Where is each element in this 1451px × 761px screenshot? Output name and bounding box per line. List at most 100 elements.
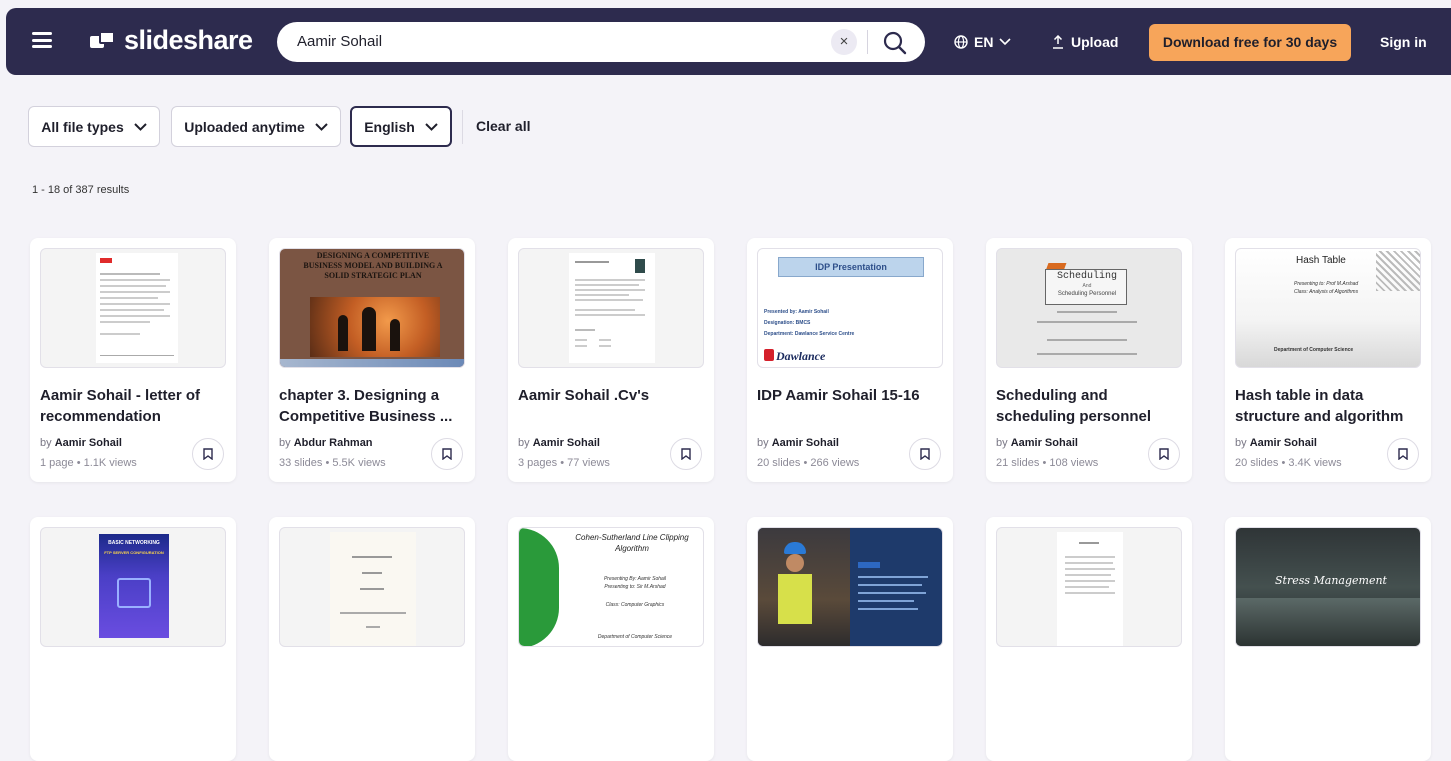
slideshare-logo[interactable]: slideshare <box>90 25 253 56</box>
result-card[interactable]: BASIC NETWORKING FTP SERVER CONFIGURATIO… <box>30 517 236 761</box>
thumb-brand: Dawlance <box>776 349 826 363</box>
bookmark-icon[interactable] <box>1387 438 1419 470</box>
result-card[interactable] <box>269 517 475 761</box>
card-thumbnail: Hash Table Presenting to: Prof M.Arshad … <box>1235 248 1421 368</box>
result-card[interactable]: Cohen-Sutherland Line Clipping Algorithm… <box>508 517 714 761</box>
close-icon[interactable]: × <box>831 29 857 55</box>
language-selector[interactable]: EN <box>954 34 1012 50</box>
card-title[interactable]: Aamir Sohail .Cv's <box>518 385 710 406</box>
card-author: by Aamir Sohail <box>518 437 600 449</box>
hamburger-icon[interactable] <box>32 32 52 48</box>
chevron-down-icon <box>315 122 328 131</box>
bookmark-icon[interactable] <box>192 438 224 470</box>
result-card[interactable]: Aamir Sohail .Cv's by Aamir Sohail 3 pag… <box>508 238 714 482</box>
thumb-heading: Cohen-Sutherland Line Clipping Algorithm <box>575 533 689 553</box>
author-name[interactable]: Aamir Sohail <box>533 437 600 449</box>
filter-divider <box>462 110 463 144</box>
download-free-button[interactable]: Download free for 30 days <box>1149 24 1351 61</box>
bookmark-icon[interactable] <box>1148 438 1180 470</box>
card-meta: 21 slides • 108 views <box>996 457 1099 469</box>
file-types-label: All file types <box>41 118 124 135</box>
result-card[interactable]: DESIGNING A COMPETITIVE BUSINESS MODEL A… <box>269 238 475 482</box>
card-title[interactable]: IDP Aamir Sohail 15-16 <box>757 385 949 406</box>
card-thumbnail: BASIC NETWORKING FTP SERVER CONFIGURATIO… <box>40 527 226 647</box>
author-name[interactable]: Abdur Rahman <box>294 437 373 449</box>
file-types-filter[interactable]: All file types <box>28 106 160 147</box>
globe-icon <box>954 35 968 49</box>
thumb-line: And <box>1082 283 1092 289</box>
thumb-line: Presenting to: Sir M.Arshad <box>604 584 666 590</box>
card-thumbnail: DESIGNING A COMPETITIVE BUSINESS MODEL A… <box>279 248 465 368</box>
card-thumbnail: IDP Presentation Presented by: Aamir Soh… <box>757 248 943 368</box>
search-icon[interactable] <box>881 29 909 57</box>
card-author: by Aamir Sohail <box>40 437 122 449</box>
bookmark-icon[interactable] <box>431 438 463 470</box>
search-divider <box>867 30 868 54</box>
thumb-line: Presenting to: Prof M.Arshad <box>1294 281 1359 287</box>
thumb-line: Class: Computer Graphics <box>605 602 665 608</box>
uploaded-filter[interactable]: Uploaded anytime <box>171 106 341 147</box>
author-name[interactable]: Aamir Sohail <box>772 437 839 449</box>
result-card[interactable]: Hash Table Presenting to: Prof M.Arshad … <box>1225 238 1431 482</box>
card-thumbnail <box>757 527 943 647</box>
thumb-heading: Hash Table <box>1296 255 1346 266</box>
card-thumbnail <box>40 248 226 368</box>
top-nav-bar: slideshare Aamir Sohail × EN Upload Down… <box>6 8 1451 75</box>
thumb-line: Class: Analysis of Algorithms <box>1294 289 1359 295</box>
card-author: by Aamir Sohail <box>757 437 839 449</box>
card-meta: 3 pages • 77 views <box>518 457 610 469</box>
thumb-heading: DESIGNING A COMPETITIVE BUSINESS MODEL A… <box>303 251 443 280</box>
result-card[interactable]: Stress Management <box>1225 517 1431 761</box>
author-name[interactable]: Aamir Sohail <box>1011 437 1078 449</box>
language-label: EN <box>974 34 994 50</box>
thumb-footer: Department of Computer Science <box>597 634 673 640</box>
chevron-down-icon <box>134 122 147 131</box>
card-title[interactable]: Aamir Sohail - letter of recommendation <box>40 385 232 427</box>
thumb-line: FTP SERVER CONFIGURATION <box>104 550 164 555</box>
result-card[interactable]: IDP Presentation Presented by: Aamir Soh… <box>747 238 953 482</box>
result-card[interactable]: Scheduling And Scheduling Personnel Sche… <box>986 238 1192 482</box>
search-input[interactable]: Aamir Sohail <box>297 33 382 50</box>
card-thumbnail <box>996 527 1182 647</box>
bookmark-icon[interactable] <box>909 438 941 470</box>
card-title[interactable]: Scheduling and scheduling personnel <box>996 385 1188 427</box>
card-meta: 1 page • 1.1K views <box>40 457 137 469</box>
card-thumbnail: Cohen-Sutherland Line Clipping Algorithm… <box>518 527 704 647</box>
sign-in-link[interactable]: Sign in <box>1380 34 1427 50</box>
upload-button[interactable]: Upload <box>1052 34 1118 50</box>
card-author: by Aamir Sohail <box>1235 437 1317 449</box>
card-thumbnail <box>279 527 465 647</box>
result-card[interactable] <box>747 517 953 761</box>
card-title[interactable]: chapter 3. Designing a Competitive Busin… <box>279 385 471 427</box>
logo-text: slideshare <box>124 25 253 55</box>
upload-icon <box>1053 35 1063 49</box>
result-card[interactable] <box>986 517 1192 761</box>
upload-label: Upload <box>1071 34 1119 50</box>
card-meta: 20 slides • 266 views <box>757 457 860 469</box>
author-name[interactable]: Aamir Sohail <box>1250 437 1317 449</box>
language-filter[interactable]: English <box>350 106 452 147</box>
card-meta: 33 slides • 5.5K views <box>279 457 386 469</box>
clear-all-button[interactable]: Clear all <box>476 118 530 134</box>
thumb-line: Department: Dawlance Service Centre <box>764 331 855 337</box>
card-title[interactable]: Hash table in data structure and algorit… <box>1235 385 1427 427</box>
results-count: 1 - 18 of 387 results <box>32 184 130 196</box>
thumb-footer: Department of Computer Science <box>1274 347 1354 353</box>
thumb-heading: Scheduling <box>1056 271 1117 282</box>
card-meta: 20 slides • 3.4K views <box>1235 457 1342 469</box>
card-author: by Abdur Rahman <box>279 437 373 449</box>
card-author: by Aamir Sohail <box>996 437 1078 449</box>
card-thumbnail: Scheduling And Scheduling Personnel <box>996 248 1182 368</box>
thumb-line: Presenting By: Aamir Sohail <box>603 576 667 582</box>
bookmark-icon[interactable] <box>670 438 702 470</box>
thumb-line: Scheduling Personnel <box>1057 291 1117 297</box>
thumb-line: Designation: BMCS <box>764 320 811 326</box>
author-name[interactable]: Aamir Sohail <box>55 437 122 449</box>
thumb-line: Presented by: Aamir Sohail <box>764 309 829 315</box>
search-bar[interactable]: Aamir Sohail × <box>277 22 925 62</box>
result-card[interactable]: Aamir Sohail - letter of recommendation … <box>30 238 236 482</box>
card-thumbnail: Stress Management <box>1235 527 1421 647</box>
language-filter-label: English <box>364 118 415 135</box>
thumb-heading: BASIC NETWORKING <box>108 540 160 546</box>
thumb-heading: Stress Management <box>1275 574 1387 587</box>
